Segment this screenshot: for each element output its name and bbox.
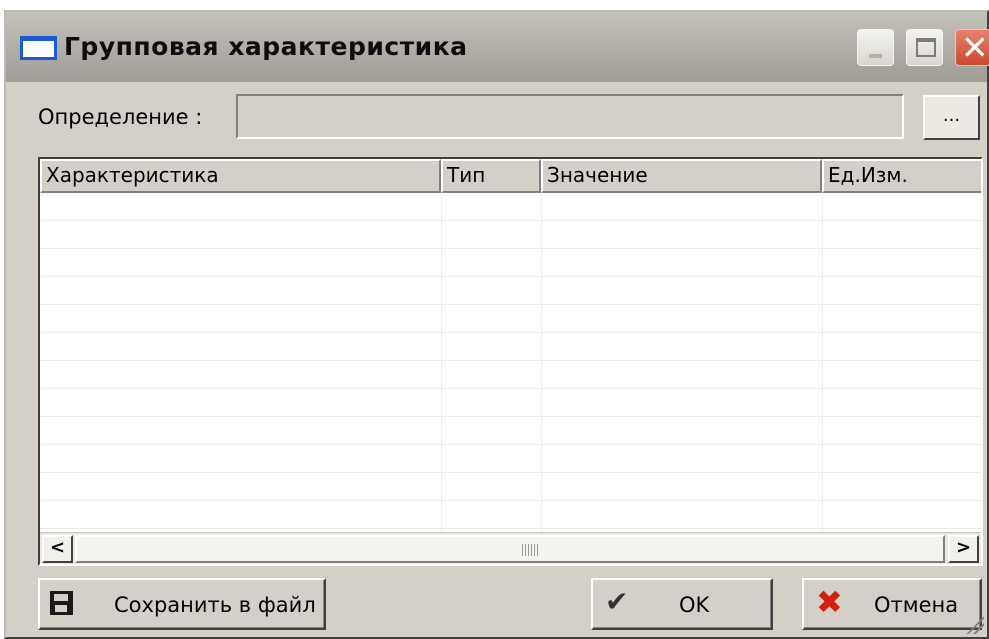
definition-label: Определение :: [38, 105, 203, 129]
floppy-disk-icon: [50, 591, 73, 615]
table-row[interactable]: [40, 417, 981, 445]
red-x-icon: ✖: [816, 583, 843, 621]
table-row[interactable]: [40, 305, 981, 333]
window-icon: [20, 36, 57, 60]
dialog-window: Групповая характеристика ✕ Определение :…: [4, 10, 989, 639]
table-row[interactable]: [40, 221, 981, 249]
resize-grip-icon[interactable]: [964, 614, 984, 634]
table-row[interactable]: [40, 193, 981, 221]
definition-field[interactable]: [236, 94, 904, 139]
table-header: Характеристика Тип Значение Ед.Изм.: [40, 159, 981, 193]
table-row[interactable]: [40, 501, 981, 529]
save-to-file-button[interactable]: Сохранить в файл: [38, 578, 326, 630]
close-icon: ✕: [961, 28, 989, 67]
maximize-icon: [916, 38, 936, 57]
column-divider: [541, 193, 542, 532]
chevron-right-icon: >: [955, 537, 972, 558]
title-bar[interactable]: Групповая характеристика ✕: [6, 12, 989, 82]
column-header-value[interactable]: Значение: [541, 159, 822, 193]
column-divider: [822, 193, 823, 532]
window-title: Групповая характеристика: [64, 32, 468, 61]
scroll-right-button[interactable]: >: [948, 535, 979, 563]
horizontal-scrollbar[interactable]: < >: [40, 532, 981, 564]
table-row[interactable]: [40, 333, 981, 361]
column-header-type[interactable]: Тип: [441, 159, 541, 193]
maximize-button[interactable]: [906, 29, 943, 66]
table-row[interactable]: [40, 473, 981, 501]
minimize-icon: [869, 54, 882, 58]
characteristics-table[interactable]: Характеристика Тип Значение Ед.Изм. < >: [38, 157, 983, 566]
table-row[interactable]: [40, 389, 981, 417]
column-divider: [441, 193, 442, 532]
checkmark-icon: ✔: [605, 585, 629, 618]
column-header-characteristic[interactable]: Характеристика: [40, 159, 441, 193]
ok-label: OK: [679, 593, 710, 617]
table-row[interactable]: [40, 361, 981, 389]
ok-button[interactable]: ✔ OK: [591, 578, 773, 630]
close-button[interactable]: ✕: [955, 28, 989, 67]
table-body[interactable]: [40, 193, 981, 532]
table-row[interactable]: [40, 277, 981, 305]
save-to-file-label: Сохранить в файл: [114, 593, 316, 617]
browse-button[interactable]: ...: [923, 95, 980, 140]
table-row[interactable]: [40, 445, 981, 473]
grip-icon: [522, 544, 538, 556]
scroll-thumb[interactable]: [75, 535, 945, 563]
minimize-button[interactable]: [857, 29, 894, 66]
cancel-label: Отмена: [874, 593, 959, 617]
cancel-button[interactable]: ✖ Отмена: [802, 578, 982, 630]
column-header-unit[interactable]: Ед.Изм.: [822, 159, 981, 193]
chevron-left-icon: <: [49, 537, 66, 558]
scroll-left-button[interactable]: <: [42, 535, 73, 563]
table-row[interactable]: [40, 249, 981, 277]
